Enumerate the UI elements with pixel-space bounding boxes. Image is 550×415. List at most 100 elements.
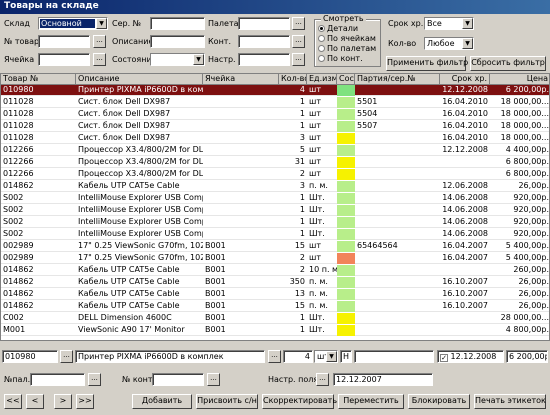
tovar-field[interactable] — [38, 35, 90, 48]
nastr-browse-button[interactable]: ... — [292, 53, 305, 66]
chevron-down-icon[interactable]: ▼ — [462, 18, 473, 29]
radio-by-cells[interactable]: По ячейкам — [318, 34, 376, 44]
tovar-browse-button[interactable]: ... — [93, 35, 106, 48]
table-row[interactable]: 011028 Сист. блок Dell DX987 1 шт 5501 16.04.… — [1, 97, 549, 108]
table-row[interactable]: 014862 Кабель UTP CAT5e Cable B001 15 п. м. 1… — [1, 301, 549, 312]
pal-field[interactable] — [30, 373, 85, 386]
col-header[interactable]: Описание — [76, 74, 203, 85]
sklad-select[interactable]: Основной ▼ — [38, 17, 108, 30]
kolvo-select[interactable]: Любое ▼ — [424, 37, 474, 50]
chevron-down-icon[interactable]: ▼ — [193, 54, 204, 65]
table-row[interactable]: 014862 Кабель UTP CAT5e Cable 3 п. м. 12.06.… — [1, 181, 549, 192]
editor-nastr-field[interactable]: 12.12.2007 — [333, 373, 433, 386]
radio-details-label: Детали — [327, 24, 359, 33]
table-row[interactable]: 010980 Принтер PIXMA iP6600D в комплек 4 шт… — [1, 85, 549, 96]
editor-item-field[interactable]: 010980 — [2, 350, 58, 363]
yacheika-field[interactable] — [38, 53, 90, 66]
table-cell-unit: шт — [309, 169, 321, 178]
table-row[interactable]: 002989 17" 0.25 ViewSonic G70fm, 1024"...… — [1, 241, 549, 252]
nastr-field[interactable] — [238, 53, 290, 66]
col-header[interactable]: Срок хр. — [440, 74, 490, 85]
col-header[interactable]: Сост — [337, 74, 355, 85]
col-header[interactable]: Ячейка — [203, 74, 279, 85]
srok-select[interactable]: Все ▼ — [424, 17, 474, 30]
editor-desc-browse-button[interactable]: ... — [268, 350, 281, 363]
add-button[interactable]: Добавить — [132, 394, 192, 409]
editor-kont-browse-button[interactable]: ... — [207, 373, 220, 386]
chevron-down-icon[interactable]: ▼ — [96, 18, 107, 29]
table-cell-price: 6 200,00р. — [505, 85, 549, 94]
editor-item-browse-button[interactable]: ... — [60, 350, 73, 363]
print-labels-button[interactable]: Печать этикеток — [474, 394, 546, 409]
table-row[interactable]: S002 IntelliMouse Explorer USB Compa... 1Ш… — [1, 205, 549, 216]
adjust-button[interactable]: Скорректировать — [262, 394, 337, 409]
editor-qty-field[interactable]: 4 — [283, 350, 313, 363]
col-header[interactable]: Партия/сер.№ — [355, 74, 440, 85]
nav-last-button[interactable]: >> — [76, 394, 94, 409]
table-row[interactable]: 011028 Сист. блок Dell DX987 1 шт 5504 16.04.… — [1, 109, 549, 120]
editor-desc-field[interactable]: Принтер PIXMA iP6600D в комплек — [75, 350, 265, 363]
pal-browse-button[interactable]: ... — [88, 373, 101, 386]
view-mode-caption: Смотреть — [321, 14, 366, 24]
stock-table[interactable]: Товар № Описание Ячейка Кол-во Ед.изм. С… — [0, 73, 550, 341]
checkbox-checked-icon[interactable]: ✓ — [440, 354, 448, 362]
table-cell-item: 014862 — [3, 289, 34, 298]
table-row[interactable]: M001 ViewSonic A90 17' Monitor B001 1 Шт. 4 8… — [1, 325, 549, 336]
table-cell-date: 14.06.2008 — [442, 205, 488, 214]
editor-price-field[interactable]: 6 200,00р. — [506, 350, 548, 363]
assign-serial-button[interactable]: Присвоить с/н — [196, 394, 258, 409]
ser-field[interactable] — [150, 17, 205, 30]
opis-field[interactable] — [150, 35, 205, 48]
sost-select[interactable]: ▼ — [150, 53, 205, 66]
table-row[interactable]: S002 IntelliMouse Explorer USB Compa... 1Ш… — [1, 229, 549, 240]
col-header[interactable]: Кол-во — [279, 74, 307, 85]
editor-batch-field[interactable] — [354, 350, 434, 363]
sklad-label: Склад — [4, 19, 30, 28]
move-button[interactable]: Переместить — [338, 394, 404, 409]
table-cell-item: 014862 — [3, 181, 34, 190]
table-row[interactable]: 014862 Кабель UTP CAT5e Cable B001 350 п. м.… — [1, 277, 549, 288]
paleta-field[interactable] — [238, 17, 290, 30]
status-indicator — [337, 97, 355, 108]
editor-kont-field[interactable] — [152, 373, 204, 386]
table-cell-price: 18 000,00... — [500, 109, 549, 118]
nav-next-button[interactable]: > — [54, 394, 72, 409]
yacheika-browse-button[interactable]: ... — [93, 53, 106, 66]
nav-prev-button[interactable]: < — [26, 394, 44, 409]
table-cell-date: 12.12.2008 — [442, 85, 488, 94]
chevron-down-icon[interactable]: ▼ — [326, 351, 337, 362]
col-header[interactable]: Цена — [490, 74, 549, 85]
col-header[interactable]: Ед.изм. — [307, 74, 337, 85]
table-row[interactable]: S002 IntelliMouse Explorer USB Compa... 1Ш… — [1, 193, 549, 204]
kont-browse-button[interactable]: ... — [292, 35, 305, 48]
table-row[interactable]: 011028 Сист. блок Dell DX987 1 шт 5507 16.04.… — [1, 121, 549, 132]
chevron-down-icon[interactable]: ▼ — [462, 38, 473, 49]
table-row[interactable]: 012266 Процессор X3.4/800/2M for DL36... 2… — [1, 169, 549, 180]
nav-first-button[interactable]: << — [4, 394, 22, 409]
table-cell-qty: 350 — [289, 277, 305, 286]
editor-h-field[interactable]: Н — [340, 350, 352, 363]
radio-by-containers[interactable]: По конт. — [318, 54, 363, 64]
editor-unit-select[interactable]: шт ▼ — [314, 350, 338, 363]
table-row[interactable]: 012266 Процессор X3.4/800/2M for DL36... 3… — [1, 157, 549, 168]
reset-filter-button[interactable]: Сбросить фильтр — [470, 56, 546, 71]
editor-kont-label: № конт. — [122, 375, 156, 384]
kont-field[interactable] — [238, 35, 290, 48]
radio-details[interactable]: Детали — [318, 24, 358, 34]
table-row[interactable]: 011028 Сист. блок Dell DX987 3 шт 16.04.2010… — [1, 133, 549, 144]
table-row[interactable]: 002989 17" 0.25 ViewSonic G70fm, 1024"...… — [1, 253, 549, 264]
table-row[interactable]: S002 IntelliMouse Explorer USB Compa... 1Ш… — [1, 217, 549, 228]
radio-by-pallets[interactable]: По палетам — [318, 44, 376, 54]
apply-filter-button[interactable]: Применить фильтр — [386, 56, 468, 71]
table-row[interactable]: 014862 Кабель UTP CAT5e Cable B001 2 10 п. м… — [1, 265, 549, 276]
paleta-browse-button[interactable]: ... — [292, 17, 305, 30]
table-row[interactable]: 012266 Процессор X3.4/800/2M for DL36... 5… — [1, 145, 549, 156]
table-row[interactable]: 014862 Кабель UTP CAT5e Cable B001 13 п. м. 1… — [1, 289, 549, 300]
block-button[interactable]: Блокировать — [408, 394, 470, 409]
table-cell-qty: 1 — [299, 205, 305, 214]
col-header[interactable]: Товар № — [1, 74, 76, 85]
editor-date-field[interactable]: ✓ 12.12.2008 — [437, 350, 504, 363]
editor-nastr-browse-button[interactable]: ... — [316, 373, 329, 386]
table-cell-unit: п. м. — [309, 301, 328, 310]
table-row[interactable]: C002 DELL Dimension 4600C B001 1 Шт. 28 000,0… — [1, 313, 549, 324]
